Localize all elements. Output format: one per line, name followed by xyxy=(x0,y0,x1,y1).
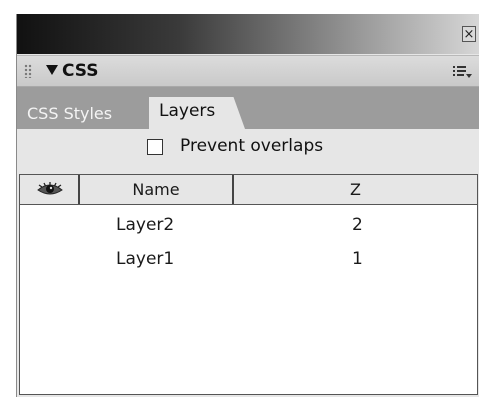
name-column-header[interactable]: Name xyxy=(80,175,234,204)
tab-layers-label: Layers xyxy=(159,101,216,121)
panel-title: CSS xyxy=(62,61,99,81)
panel-group-header[interactable]: CSS xyxy=(17,55,479,87)
prevent-overlaps-row: Prevent overlaps xyxy=(17,134,479,166)
panel-options-icon[interactable] xyxy=(452,65,472,79)
collapse-arrow-icon[interactable] xyxy=(46,65,58,75)
panel-titlebar[interactable]: × xyxy=(17,14,479,54)
table-row[interactable]: Layer2 2 xyxy=(20,211,477,245)
layer-z-index[interactable]: 2 xyxy=(352,215,363,235)
layer-name[interactable]: Layer1 xyxy=(116,249,174,269)
table-row[interactable]: Layer1 1 xyxy=(20,245,477,279)
eye-icon xyxy=(37,182,63,195)
prevent-overlaps-checkbox[interactable] xyxy=(147,139,163,155)
css-layers-panel: × CSS CSS Styles Layers Prevent overlaps xyxy=(16,14,479,397)
tab-layers[interactable]: Layers xyxy=(149,97,245,129)
visibility-column-header[interactable] xyxy=(20,175,80,204)
layer-name[interactable]: Layer2 xyxy=(116,215,174,235)
layers-table-header: Name Z xyxy=(20,175,477,205)
close-icon[interactable]: × xyxy=(462,26,476,42)
layers-table: Name Z Layer2 2 Layer1 1 xyxy=(19,174,478,395)
tab-strip: CSS Styles Layers xyxy=(17,87,479,129)
prevent-overlaps-label[interactable]: Prevent overlaps xyxy=(180,136,323,156)
tab-css-styles[interactable]: CSS Styles xyxy=(27,100,112,128)
z-column-header[interactable]: Z xyxy=(234,175,477,204)
drag-grip-icon[interactable] xyxy=(24,64,32,78)
layer-z-index[interactable]: 1 xyxy=(352,249,363,269)
